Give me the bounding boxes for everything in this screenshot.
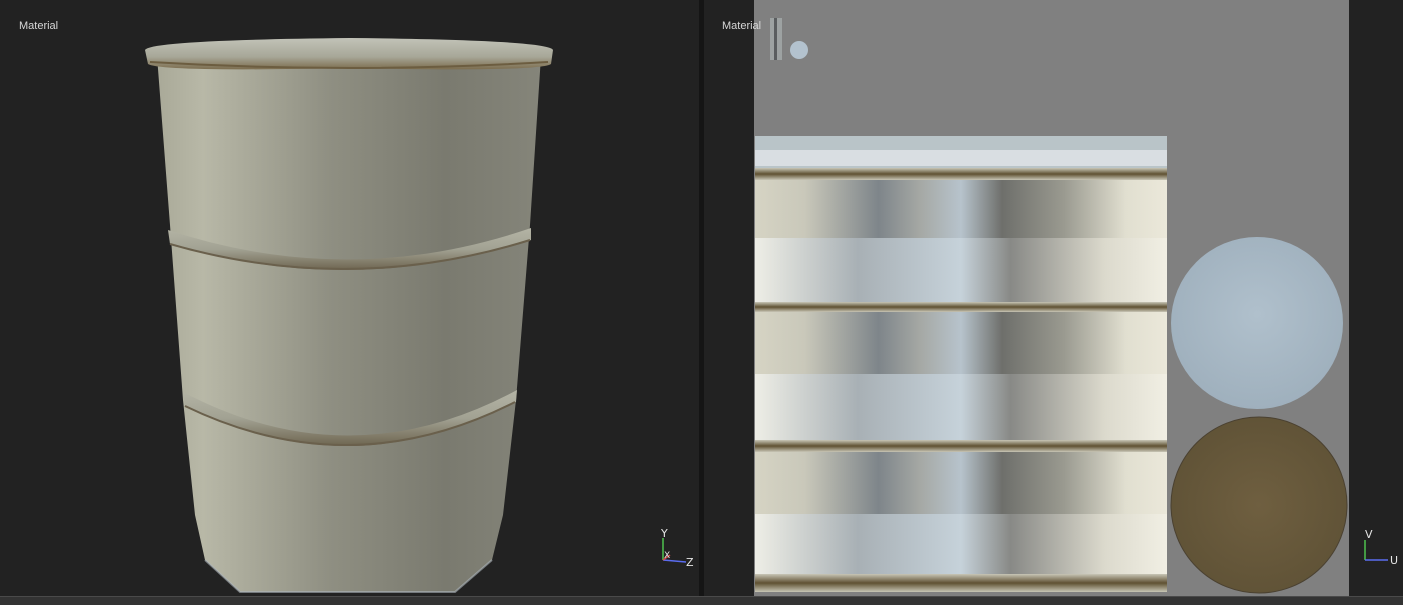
uv-barrel-strip bbox=[755, 136, 1167, 592]
viewport-3d-label: Material bbox=[19, 20, 59, 32]
barrel-body bbox=[157, 56, 541, 592]
uv-cap-bottom bbox=[1170, 416, 1348, 594]
thumb-cap bbox=[790, 41, 808, 59]
viewport-3d[interactable]: Material Y Z X bbox=[0, 0, 699, 596]
uv-cap-top bbox=[1171, 237, 1343, 409]
uv-texture-canvas[interactable] bbox=[704, 0, 1403, 596]
viewport-uv[interactable]: Material V U bbox=[704, 0, 1403, 596]
axis-gizmo-uv bbox=[1364, 540, 1388, 561]
viewport-uv-label: Material bbox=[722, 20, 762, 32]
axis-gizmo-3d bbox=[662, 538, 687, 563]
barrel-3d-canvas[interactable] bbox=[0, 0, 699, 596]
bottom-scrollbar[interactable] bbox=[0, 596, 1403, 605]
